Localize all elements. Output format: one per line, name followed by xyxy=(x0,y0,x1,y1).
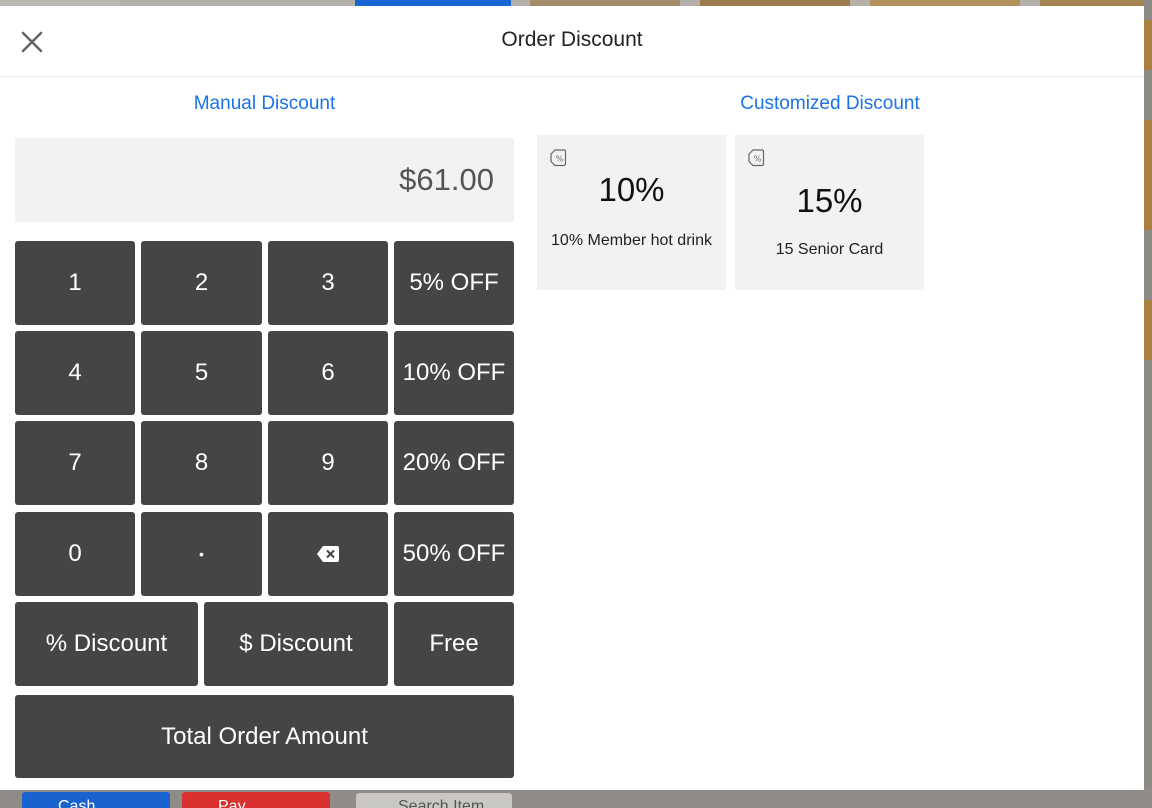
custom-discount-card[interactable]: % 10% 10% Member hot drink xyxy=(537,135,726,290)
total-order-amount-button[interactable]: Total Order Amount xyxy=(15,695,514,778)
key-4[interactable]: 4 xyxy=(15,331,135,415)
key-7[interactable]: 7 xyxy=(15,421,135,505)
background-red-button: Pay xyxy=(182,792,330,808)
discount-tag-icon: % xyxy=(550,149,567,167)
discount-value: 15% xyxy=(796,182,863,219)
key-decimal-point[interactable]: • xyxy=(141,512,262,596)
svg-text:%: % xyxy=(754,155,762,164)
discount-name: 15 Senior Card xyxy=(775,241,884,258)
key-1[interactable]: 1 xyxy=(15,241,135,325)
key-5[interactable]: 5 xyxy=(141,331,262,415)
backspace-button[interactable] xyxy=(268,512,388,596)
dollar-discount-button[interactable]: $ Discount xyxy=(204,602,388,686)
key-10-percent-off[interactable]: 10% OFF xyxy=(394,331,514,415)
manual-discount-tab[interactable]: Manual Discount xyxy=(15,93,514,115)
percent-discount-button[interactable]: % Discount xyxy=(15,602,198,686)
key-6[interactable]: 6 xyxy=(268,331,388,415)
backspace-icon xyxy=(317,546,339,562)
customized-discount-tab[interactable]: Customized Discount xyxy=(620,93,1040,115)
key-9[interactable]: 9 xyxy=(268,421,388,505)
order-discount-dialog: Order Discount Manual Discount Customize… xyxy=(0,6,1144,790)
key-3[interactable]: 3 xyxy=(268,241,388,325)
dialog-header: Order Discount xyxy=(0,6,1144,77)
svg-text:%: % xyxy=(556,155,564,164)
key-0[interactable]: 0 xyxy=(15,512,135,596)
background-food-image xyxy=(1144,120,1152,230)
key-50-percent-off[interactable]: 50% OFF xyxy=(394,512,514,596)
key-2[interactable]: 2 xyxy=(141,241,262,325)
key-5-percent-off[interactable]: 5% OFF xyxy=(394,241,514,325)
discount-name: 10% Member hot drink xyxy=(551,232,712,249)
background-bottom-bar xyxy=(0,788,1152,808)
discount-value: 10% xyxy=(598,171,665,208)
background-blue-button: Cash xyxy=(22,792,170,808)
discount-tag-icon: % xyxy=(748,149,765,167)
key-8[interactable]: 8 xyxy=(141,421,262,505)
discount-amount-display: $61.00 xyxy=(15,138,514,222)
background-food-image xyxy=(1144,300,1152,360)
background-search-input: Search Item xyxy=(356,793,512,808)
dialog-title: Order Discount xyxy=(501,28,643,51)
free-button[interactable]: Free xyxy=(394,602,514,686)
background-food-image xyxy=(1144,20,1152,70)
key-20-percent-off[interactable]: 20% OFF xyxy=(394,421,514,505)
custom-discount-card[interactable]: % 15% 15 Senior Card xyxy=(735,135,924,290)
